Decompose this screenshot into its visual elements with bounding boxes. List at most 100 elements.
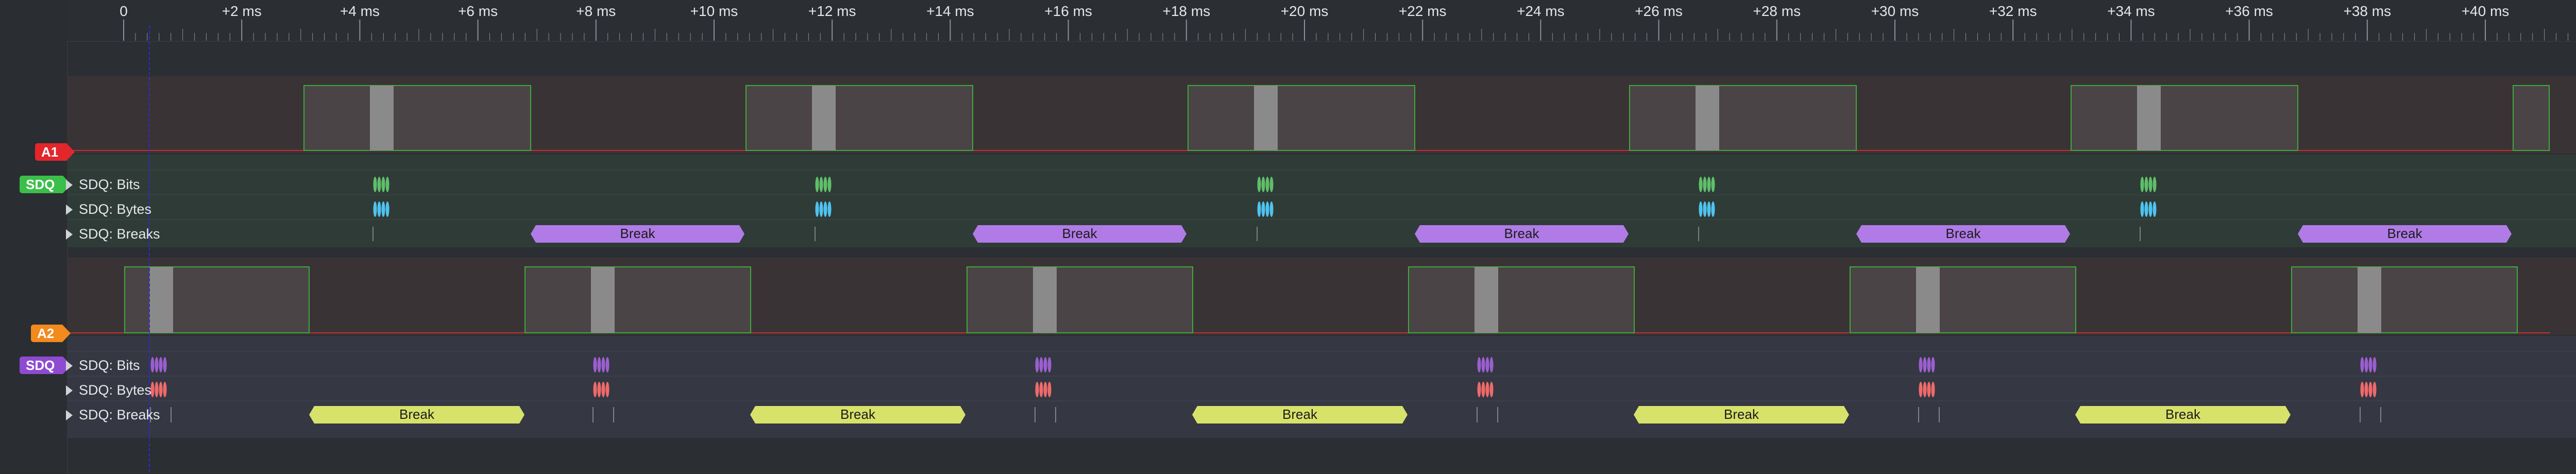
- channel-tag-a2[interactable]: A2: [31, 325, 71, 342]
- sdq-byte-marker: [1485, 382, 1489, 397]
- sdq-byte-marker: [1931, 382, 1935, 397]
- sdq-bit-marker: [1489, 357, 1494, 373]
- analog-pulse: [2071, 85, 2298, 151]
- expand-triangle-icon[interactable]: [66, 229, 73, 240]
- sdq-byte-marker: [2360, 382, 2364, 397]
- sdq-bit-marker: [1923, 357, 1927, 373]
- analog-gap: [1916, 267, 1940, 333]
- sdq-bit-marker: [2140, 177, 2144, 192]
- sdq-bit-marker: [823, 177, 827, 192]
- row-label-sdq2-breaks[interactable]: SDQ: Breaks: [66, 406, 160, 424]
- sdq-byte-marker: [2144, 201, 2148, 217]
- sdq-bit-marker: [605, 357, 609, 373]
- expand-triangle-icon[interactable]: [66, 205, 73, 215]
- sdq-byte-marker: [1265, 201, 1269, 217]
- sdq-bit-marker: [593, 357, 597, 373]
- channel-tag-a1[interactable]: A1: [35, 143, 75, 161]
- sdq-bit-marker: [1699, 177, 1703, 192]
- analog-gap: [1696, 86, 1719, 150]
- row-label-text: SDQ: Breaks: [79, 407, 160, 422]
- sdq-bit-marker: [163, 357, 167, 373]
- row-label-text: SDQ: Bytes: [79, 382, 152, 398]
- sdq-byte-marker: [1481, 382, 1485, 397]
- sdq-byte-marker: [1699, 201, 1703, 217]
- analog-gap: [149, 267, 173, 333]
- sdq-byte-marker: [815, 201, 819, 217]
- row-label-sdq2-bytes[interactable]: SDQ: Bytes: [66, 381, 151, 399]
- row-label-text: SDQ: Bits: [79, 177, 140, 192]
- sdq-byte-marker: [163, 382, 167, 397]
- break-label: Break: [1724, 407, 1759, 422]
- sdq-bit-marker: [827, 177, 832, 192]
- sdq-bit-marker: [597, 357, 601, 373]
- sdq-bit-marker: [1703, 177, 1707, 192]
- sdq-bit-marker: [1931, 357, 1935, 373]
- sdq-byte-marker: [1707, 201, 1711, 217]
- expand-triangle-icon[interactable]: [66, 180, 73, 190]
- sdq-byte-marker: [593, 382, 597, 397]
- sdq-byte-marker: [1489, 382, 1494, 397]
- sdq-byte-marker: [605, 382, 609, 397]
- sdq-bit-marker: [1707, 177, 1711, 192]
- sdq-byte-marker: [2153, 201, 2157, 217]
- sdq-bit-marker: [1257, 177, 1261, 192]
- sdq-bit-marker: [1261, 177, 1265, 192]
- analog-gap: [1475, 267, 1498, 333]
- sdq-byte-marker: [1261, 201, 1265, 217]
- sdq-byte-marker: [1269, 201, 1274, 217]
- sdq-byte-marker: [1927, 382, 1931, 397]
- sdq-byte-marker: [377, 201, 381, 217]
- sdq-bit-marker: [2364, 357, 2368, 373]
- sdq-bit-marker: [1035, 357, 1039, 373]
- sdq-byte-marker: [385, 201, 389, 217]
- sdq-byte-marker: [1039, 382, 1043, 397]
- sdq-bit-marker: [2153, 177, 2157, 192]
- sdq-bit-marker: [601, 357, 605, 373]
- break-label: Break: [399, 407, 435, 422]
- sdq-bit-marker: [1477, 357, 1481, 373]
- channel-tag-sdq-1[interactable]: SDQ: [20, 176, 72, 193]
- sdq-bit-marker: [1711, 177, 1715, 192]
- break-label: Break: [1282, 407, 1318, 422]
- sdq-bit-marker: [815, 177, 819, 192]
- sdq-bit-marker: [385, 177, 389, 192]
- sdq-byte-marker: [1711, 201, 1715, 217]
- expand-triangle-icon[interactable]: [66, 361, 73, 371]
- analog-pulse: [1408, 266, 1635, 333]
- row-label-sdq1-breaks[interactable]: SDQ: Breaks: [66, 225, 160, 243]
- sdq-byte-marker: [373, 201, 377, 217]
- waveform-canvas[interactable]: Break Break Break Break Break Break Break Break…: [0, 0, 2576, 474]
- row-label-sdq1-bits[interactable]: SDQ: Bits: [66, 176, 140, 193]
- expand-triangle-icon[interactable]: [66, 385, 73, 396]
- sdq-bit-marker: [1043, 357, 1047, 373]
- sdq-byte-marker: [381, 201, 385, 217]
- sdq-byte-marker: [1703, 201, 1707, 217]
- analog-pulse: [2291, 266, 2518, 333]
- sdq-bit-marker: [2148, 177, 2153, 192]
- sdq-byte-marker: [1923, 382, 1927, 397]
- sdq-bit-marker: [1485, 357, 1489, 373]
- break-label: Break: [2387, 226, 2423, 241]
- row-label-sdq2-bits[interactable]: SDQ: Bits: [66, 357, 140, 374]
- analog-pulse: [967, 266, 1193, 333]
- sdq-bit-marker: [2372, 357, 2377, 373]
- expand-triangle-icon[interactable]: [66, 410, 73, 420]
- sdq-byte-marker: [1035, 382, 1039, 397]
- row-label-sdq1-bytes[interactable]: SDQ: Bytes: [66, 200, 151, 218]
- row-label-text: SDQ: Breaks: [79, 226, 160, 242]
- analog-gap: [591, 267, 615, 333]
- sdq-byte-marker: [1257, 201, 1261, 217]
- sdq-byte-marker: [1919, 382, 1923, 397]
- analog-gap: [1254, 86, 1278, 150]
- analog-gap: [1033, 267, 1057, 333]
- sdq-byte-marker: [819, 201, 823, 217]
- sdq-byte-marker: [823, 201, 827, 217]
- analog-gap: [2137, 86, 2161, 150]
- sdq-byte-marker: [2148, 201, 2153, 217]
- analog-pulse: [524, 266, 751, 333]
- break-label: Break: [1946, 226, 1981, 241]
- channel-tag-sdq-2[interactable]: SDQ: [20, 357, 72, 374]
- analog-gap: [370, 86, 394, 150]
- sdq-byte-marker: [2368, 382, 2372, 397]
- sdq-bit-marker: [150, 357, 155, 373]
